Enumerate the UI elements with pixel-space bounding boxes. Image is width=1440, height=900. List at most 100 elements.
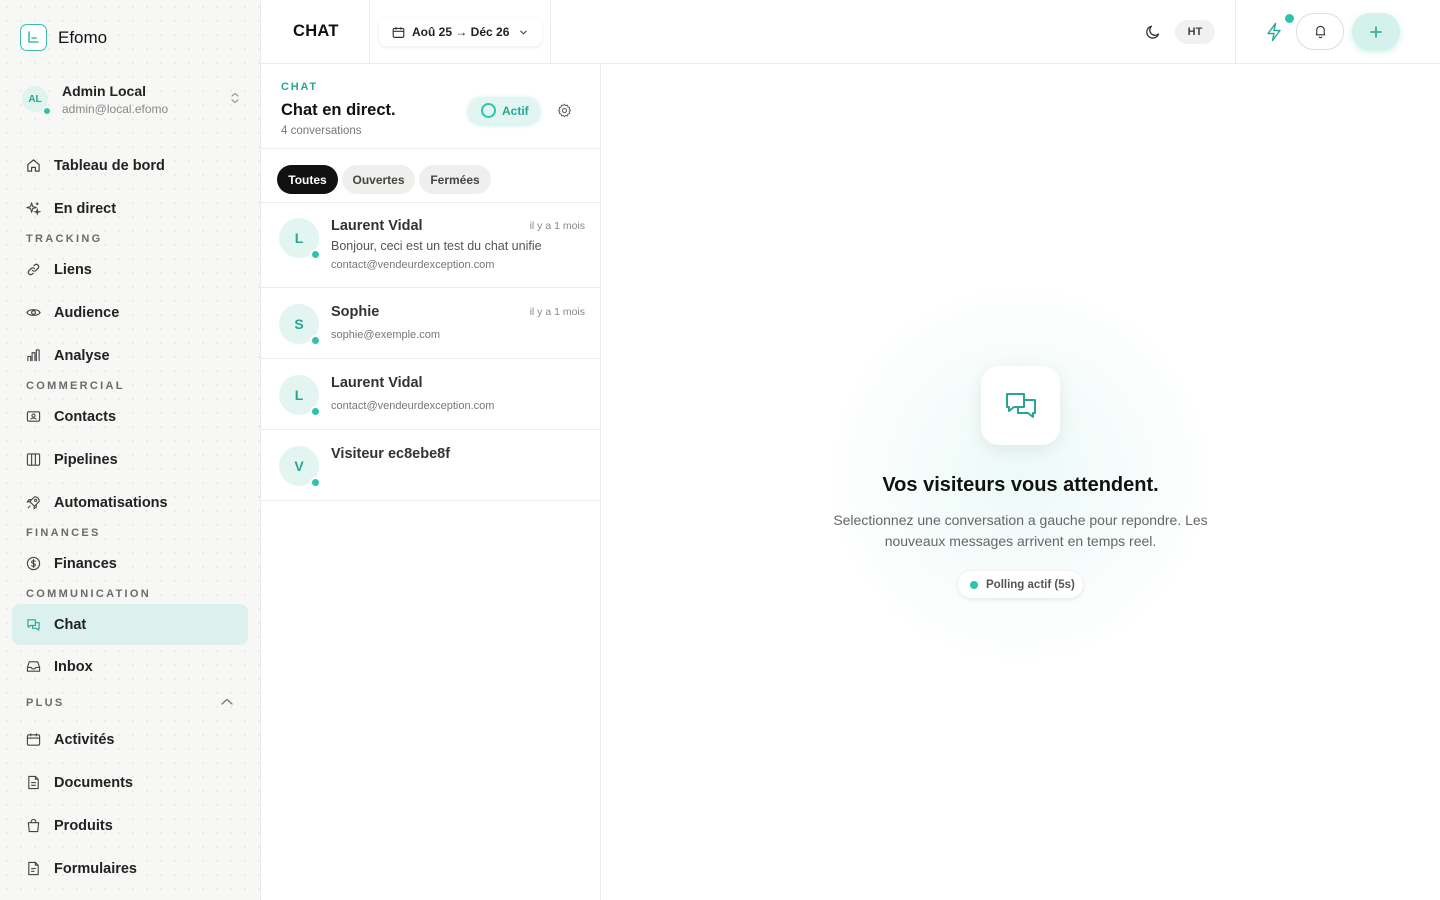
avatar-initial: L [294,230,304,246]
avatar: L [279,375,321,417]
avatar: L [279,218,321,260]
sidebar-item-documents[interactable]: Documents [12,762,248,803]
link-icon [27,263,40,276]
empty-state-text: Selectionnez une conversation a gauche p… [833,512,1208,549]
avatar-initials: AL [28,93,42,105]
sidebar-item-label: Liens [54,261,92,278]
gear-icon[interactable] [557,103,572,118]
status-dot [970,580,978,589]
page-title: CHAT [293,22,339,40]
sidebar-item-chat[interactable]: Chat [12,604,248,645]
sidebar-item-analyse[interactable]: Analyse [12,335,248,376]
rocket-icon [26,496,40,510]
contact-name: Laurent Vidal [331,375,423,391]
form-icon [28,861,39,876]
brand-name: Efomo [58,27,108,47]
eye-icon [26,309,41,316]
panel-title: Chat en direct. [281,101,396,119]
tab-open[interactable]: Ouvertes [342,165,415,194]
avatar: V [279,446,321,488]
status-toggle[interactable]: Actif [468,97,540,124]
sidebar-item-audience[interactable]: Audience [12,292,248,333]
sidebar-item-label: Tableau de bord [54,157,165,174]
plus-icon [1370,25,1382,38]
chevron-down-icon [520,30,528,35]
sidebar-item-label: Activités [54,731,115,748]
sidebar-item-label: Audience [54,304,120,321]
list-item[interactable]: V Visiteur ec8ebe8f [261,430,601,501]
sidebar-item-products[interactable]: Produits [12,805,248,846]
online-indicator [310,335,321,346]
conversation-count: 4 conversations [281,125,362,137]
online-indicator [310,406,321,417]
online-indicator [42,106,52,116]
dollar-icon [26,556,41,571]
timestamp: il y a 1 mois [529,220,585,232]
sidebar-item-dashboard[interactable]: Tableau de bord [12,145,248,186]
sidebar-item-label: Contacts [54,408,117,425]
moon-icon[interactable] [1145,24,1161,40]
online-indicator [310,249,321,260]
chevron-up-icon[interactable] [220,697,234,707]
polling-status-badge: Polling actif (5s) [958,571,1083,598]
contact-card-icon [26,411,41,422]
efomo-logo-icon [20,24,47,51]
inbox-icon [26,661,41,672]
list-item[interactable]: S Sophie il y a 1 mois sophie@exemple.co… [261,288,601,359]
sidebar-item-label: Chat [54,616,87,633]
sidebar-item-links[interactable]: Liens [12,249,248,290]
sidebar-item-contacts[interactable]: Contacts [12,396,248,437]
sidebar-item-inbox[interactable]: Inbox [12,646,248,687]
topbar: CHAT Aoû 25 → Déc 26 HT [261,0,1440,64]
contact-name: Sophie [331,304,380,320]
divider [550,0,551,64]
section-commercial: COMMERCIAL [26,380,125,392]
sidebar-item-live[interactable]: En direct [12,188,248,229]
list-item[interactable]: L Laurent Vidal il y a 1 mois Bonjour, c… [261,203,601,288]
conversation-view: Vos visiteurs vous attendent. Selectionn… [601,64,1440,900]
tab-all[interactable]: Toutes [277,165,338,194]
add-button[interactable] [1352,13,1400,50]
sidebar: Efomo AL Admin Local admin@local.efomo T… [0,0,261,900]
columns-icon [26,453,41,466]
sidebar-item-forms[interactable]: Formulaires [12,848,248,889]
contact-name: Laurent Vidal [331,218,423,234]
section-tracking: TRACKING [26,233,103,245]
tab-closed[interactable]: Fermées [419,165,491,194]
brand[interactable]: Efomo [20,24,107,51]
avatar-initial: V [294,458,304,474]
sidebar-item-label: En direct [54,200,117,217]
sidebar-item-label: Finances [54,555,117,572]
divider [369,0,370,64]
shopping-bag-icon [27,818,40,833]
online-indicator [310,477,321,488]
sidebar-item-label: Inbox [54,658,93,675]
contact-email: sophie@exemple.com [331,329,440,341]
sidebar-item-activities[interactable]: Activités [12,719,248,760]
message-preview: Bonjour, ceci est un test du chat unifie [331,239,542,253]
list-item[interactable]: L Laurent Vidal contact@vendeurdexceptio… [261,359,601,430]
sidebar-item-label: Analyse [54,347,110,364]
divider [1235,0,1236,64]
section-finances: FINANCES [26,527,101,539]
user-name: Admin Local [62,82,147,99]
date-range-picker[interactable]: Aoû 25 → Déc 26 [379,18,542,46]
empty-state-title: Vos visiteurs vous attendent. [882,474,1159,496]
user-email: admin@local.efomo [62,101,169,116]
chevron-up-down-icon [230,92,240,104]
avatar: S [279,304,321,346]
sidebar-item-pipelines[interactable]: Pipelines [12,439,248,480]
filter-tabs: Toutes Ouvertes Fermées [261,148,601,203]
sidebar-item-automations[interactable]: Automatisations [12,482,248,523]
sidebar-item-finances[interactable]: Finances [12,543,248,584]
polling-label: Polling actif (5s) [986,578,1075,591]
user-switcher[interactable]: AL Admin Local admin@local.efomo [22,80,240,118]
panel-kicker: CHAT [281,81,318,93]
currency-toggle[interactable]: HT [1175,20,1215,44]
notifications-button[interactable] [1296,13,1344,50]
lightning-icon[interactable] [1265,22,1283,42]
contact-name: Visiteur ec8ebe8f [331,446,451,462]
sparkles-icon [26,202,41,216]
sidebar-item-label: Formulaires [54,860,137,877]
chat-bubbles-icon [981,366,1060,445]
